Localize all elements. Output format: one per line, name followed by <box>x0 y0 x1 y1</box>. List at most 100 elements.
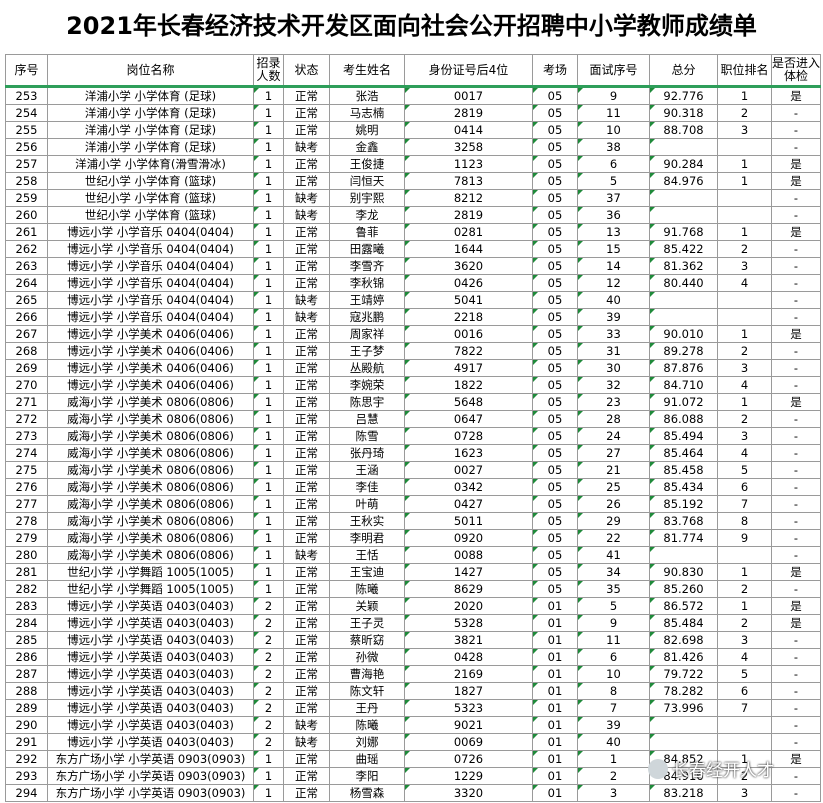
col-order-cell: 9 <box>577 86 650 105</box>
col-room-cell: 05 <box>532 427 578 445</box>
col-room-cell: 05 <box>532 223 578 241</box>
col-seq-cell: 260 <box>5 206 48 224</box>
col-rank-cell <box>717 206 772 224</box>
col-id4-cell: 0427 <box>404 495 533 513</box>
watermark: 长春经开人才 <box>648 756 774 781</box>
col-rank-cell <box>717 291 772 309</box>
col-seq-cell: 263 <box>5 257 48 275</box>
col-position-cell: 博远小学 小学英语 0403(0403) <box>47 614 254 632</box>
table-row: 268 博远小学 小学美术 0406(0406) 1 正常 王子梦 7822 05 31 89.… <box>5 342 821 360</box>
col-seq-cell: 292 <box>5 750 48 768</box>
col-order-cell: 35 <box>577 580 650 598</box>
col-name-cell: 蔡昕窈 <box>329 631 405 649</box>
col-position-cell: 博远小学 小学美术 0406(0406) <box>47 359 254 377</box>
col-score-cell: 81.774 <box>649 529 718 547</box>
col-status-cell: 正常 <box>283 121 330 139</box>
score-table: 序号 岗位名称 招录人数 状态 考生姓名 身份证号后4位 考场 面试序号 总分 职位排名 是否进入体… <box>5 54 821 802</box>
col-score-cell <box>649 206 718 224</box>
table-row: 286 博远小学 小学英语 0403(0403) 2 正常 孙微 0428 01 6 81.42… <box>5 648 821 666</box>
col-physical-cell: 是 <box>771 393 821 411</box>
col-id4-cell: 4917 <box>404 359 533 377</box>
col-order-cell: 26 <box>577 495 650 513</box>
col-score-cell: 79.722 <box>649 665 718 683</box>
col-order-cell: 24 <box>577 427 650 445</box>
col-seq-cell: 276 <box>5 478 48 496</box>
col-quota-cell: 2 <box>253 699 284 717</box>
col-rank-cell <box>717 716 772 734</box>
col-name-cell: 田露曦 <box>329 240 405 258</box>
col-id4-cell: 2819 <box>404 104 533 122</box>
header-col-name: 考生姓名 <box>329 54 405 87</box>
col-name-cell: 李阳 <box>329 767 405 785</box>
col-seq-cell: 286 <box>5 648 48 666</box>
col-quota-cell: 1 <box>253 121 284 139</box>
col-seq-cell: 272 <box>5 410 48 428</box>
col-room-cell: 05 <box>532 104 578 122</box>
col-room-cell: 05 <box>532 189 578 207</box>
col-seq-cell: 294 <box>5 784 48 802</box>
col-physical-cell: - <box>771 308 821 326</box>
table-row: 278 威海小学 小学美术 0806(0806) 1 正常 王秋实 5011 05 29 83.… <box>5 512 821 530</box>
col-physical-cell: - <box>771 512 821 530</box>
col-position-cell: 威海小学 小学美术 0806(0806) <box>47 444 254 462</box>
col-id4-cell: 5648 <box>404 393 533 411</box>
col-physical-cell: - <box>771 240 821 258</box>
col-room-cell: 05 <box>532 478 578 496</box>
col-position-cell: 威海小学 小学美术 0806(0806) <box>47 410 254 428</box>
col-rank-cell: 3 <box>717 784 772 802</box>
col-name-cell: 王秋实 <box>329 512 405 530</box>
col-rank-cell <box>717 546 772 564</box>
table-row: 260 世纪小学 小学体育 (篮球) 1 缺考 李龙 2819 05 36 - <box>5 206 821 224</box>
col-rank-cell: 2 <box>717 410 772 428</box>
col-order-cell: 36 <box>577 206 650 224</box>
col-score-cell <box>649 189 718 207</box>
col-status-cell: 正常 <box>283 750 330 768</box>
col-seq-cell: 262 <box>5 240 48 258</box>
col-physical-cell: 是 <box>771 172 821 190</box>
col-physical-cell: 是 <box>771 223 821 241</box>
col-seq-cell: 270 <box>5 376 48 394</box>
col-id4-cell: 0016 <box>404 325 533 343</box>
col-position-cell: 威海小学 小学美术 0806(0806) <box>47 427 254 445</box>
col-order-cell: 8 <box>577 682 650 700</box>
col-quota-cell: 1 <box>253 427 284 445</box>
col-seq-cell: 287 <box>5 665 48 683</box>
col-id4-cell: 7822 <box>404 342 533 360</box>
table-row: 272 威海小学 小学美术 0806(0806) 1 正常 吕慧 0647 05 28 86.0… <box>5 410 821 428</box>
col-id4-cell: 0088 <box>404 546 533 564</box>
col-name-cell: 王子灵 <box>329 614 405 632</box>
col-score-cell <box>649 733 718 751</box>
col-position-cell: 博远小学 小学英语 0403(0403) <box>47 597 254 615</box>
col-physical-cell: - <box>771 546 821 564</box>
col-order-cell: 3 <box>577 784 650 802</box>
col-status-cell: 正常 <box>283 325 330 343</box>
col-quota-cell: 1 <box>253 444 284 462</box>
col-order-cell: 21 <box>577 461 650 479</box>
col-status-cell: 正常 <box>283 86 330 105</box>
col-id4-cell: 1427 <box>404 563 533 581</box>
col-room-cell: 05 <box>532 274 578 292</box>
wechat-account-icon <box>648 758 668 779</box>
col-physical-cell: - <box>771 529 821 547</box>
table-row: 256 洋浦小学 小学体育 (足球) 1 缺考 金鑫 3258 05 38 - <box>5 138 821 156</box>
col-room-cell: 05 <box>532 138 578 156</box>
col-order-cell: 28 <box>577 410 650 428</box>
col-order-cell: 33 <box>577 325 650 343</box>
col-id4-cell: 1623 <box>404 444 533 462</box>
table-row: 259 世纪小学 小学体育 (篮球) 1 缺考 别宇熙 8212 05 37 - <box>5 189 821 207</box>
col-position-cell: 博远小学 小学英语 0403(0403) <box>47 699 254 717</box>
col-rank-cell <box>717 138 772 156</box>
col-status-cell: 缺考 <box>283 716 330 734</box>
col-room-cell: 05 <box>532 563 578 581</box>
col-order-cell: 10 <box>577 121 650 139</box>
header-col-physical: 是否进入体检 <box>771 54 821 87</box>
col-order-cell: 34 <box>577 563 650 581</box>
col-physical-cell: - <box>771 631 821 649</box>
col-status-cell: 正常 <box>283 529 330 547</box>
col-seq-cell: 293 <box>5 767 48 785</box>
col-quota-cell: 1 <box>253 257 284 275</box>
col-name-cell: 曹海艳 <box>329 665 405 683</box>
table-row: 264 博远小学 小学音乐 0404(0404) 1 正常 李秋锦 0426 05 12 80.… <box>5 274 821 292</box>
col-position-cell: 博远小学 小学英语 0403(0403) <box>47 648 254 666</box>
col-order-cell: 12 <box>577 274 650 292</box>
